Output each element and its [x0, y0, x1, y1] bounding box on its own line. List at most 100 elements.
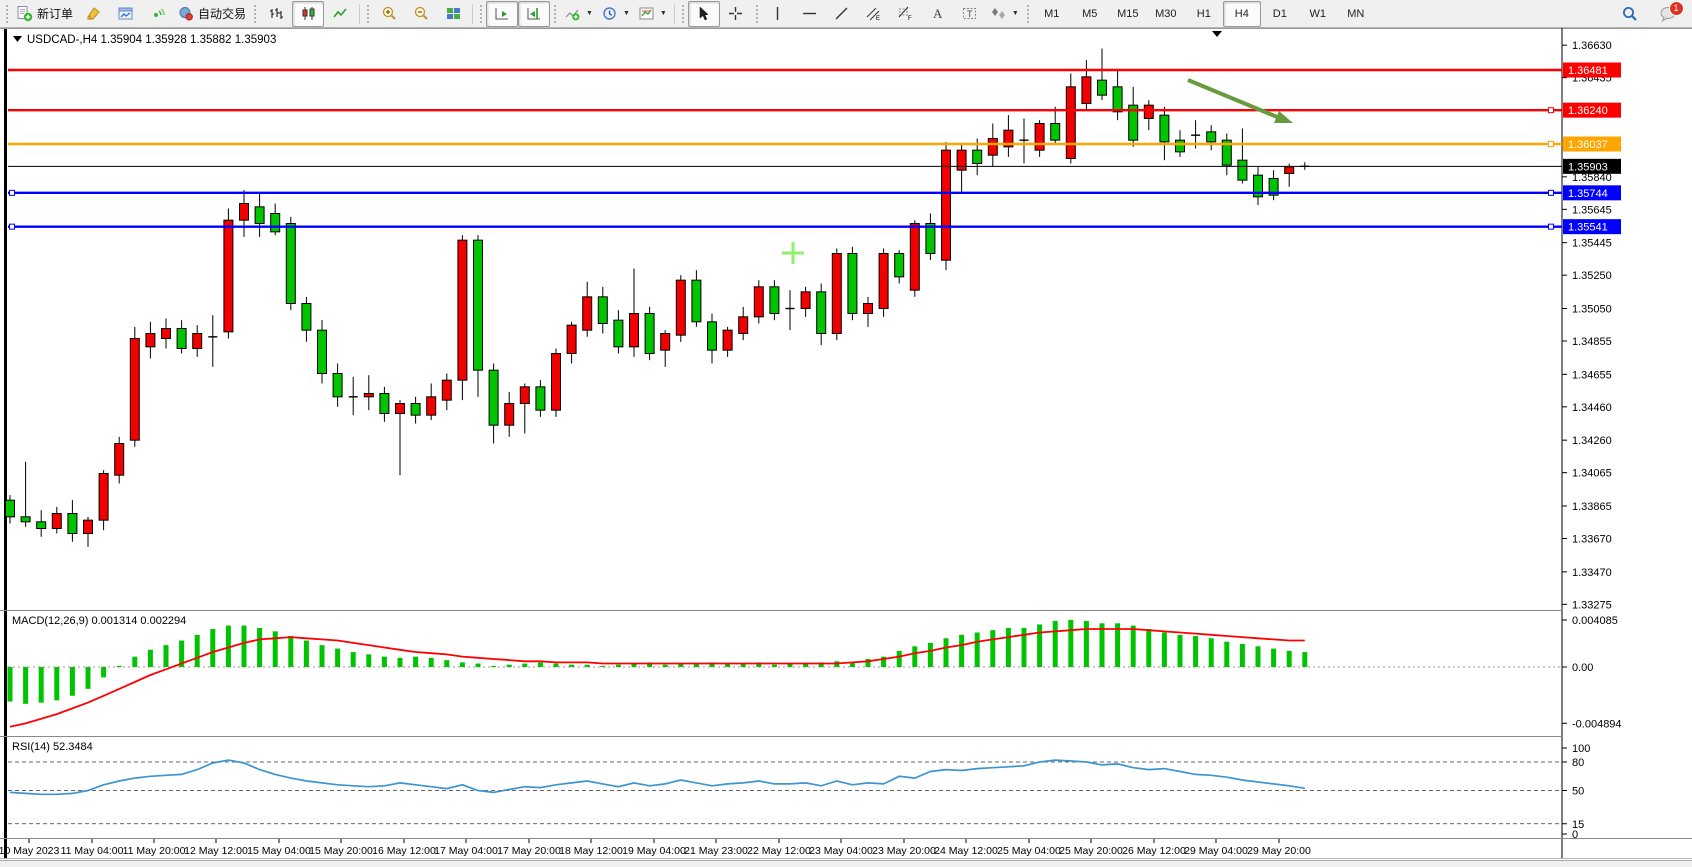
time-tick-label: 25 May 20:00	[1059, 845, 1123, 857]
text-label-button[interactable]: T	[954, 1, 986, 27]
time-tick-label: 24 May 12:00	[934, 845, 998, 857]
chevron-down-icon[interactable]: ▼	[660, 10, 667, 17]
price-tick-label: 1.35445	[1572, 238, 1612, 250]
notifications-button[interactable]: 1	[1652, 1, 1684, 27]
chevron-down-icon[interactable]: ▼	[586, 10, 593, 17]
candle-body	[318, 330, 327, 373]
macd-histogram-bar	[132, 657, 137, 667]
toolbar-drag-handle	[682, 5, 684, 23]
macd-histogram-bar	[366, 654, 371, 667]
templates-button[interactable]: ▼	[634, 1, 671, 27]
periods-button[interactable]: ▼	[597, 1, 634, 27]
chevron-down-icon[interactable]: ▼	[1012, 10, 1019, 17]
candle-body	[99, 474, 108, 521]
candle-body	[1176, 140, 1185, 152]
chevron-down-icon[interactable]: ▼	[623, 10, 630, 17]
horizontal-line-button[interactable]	[794, 1, 826, 27]
new-order-button[interactable]: 新订单	[12, 1, 77, 27]
time-tick-label: 10 May 2023	[0, 845, 60, 857]
candle-body	[364, 394, 373, 397]
price-tick-label: 1.34655	[1572, 369, 1612, 381]
indicators-button[interactable]: ▼	[560, 1, 597, 27]
autotrading-icon	[177, 5, 194, 22]
line-drag-handle[interactable]	[1549, 108, 1554, 113]
rsi-axis-label: 50	[1572, 786, 1584, 798]
chart-area[interactable]: 1.366301.364351.358401.356451.354451.352…	[0, 28, 1692, 860]
line-drag-handle[interactable]	[10, 224, 15, 229]
macd-histogram-bar	[1146, 629, 1151, 667]
rsi-axis-label: 0	[1572, 829, 1578, 841]
bar-chart-icon	[268, 5, 285, 22]
auto-scroll-button[interactable]	[486, 1, 518, 27]
zoom-in-icon	[381, 5, 398, 22]
timeframe-M30-button[interactable]: M30	[1147, 1, 1185, 27]
signals-button[interactable]	[141, 1, 173, 27]
timeframe-W1-button[interactable]: W1	[1299, 1, 1337, 27]
timeframe-M5-button[interactable]: M5	[1071, 1, 1109, 27]
candle-body	[505, 404, 514, 426]
styler-button[interactable]	[77, 1, 109, 27]
price-badge-label: 1.36240	[1568, 105, 1608, 117]
candle-body	[146, 334, 155, 347]
price-tick-label: 1.34260	[1572, 435, 1612, 447]
channel-icon: E	[865, 5, 882, 22]
candle-body	[957, 150, 966, 170]
timeframe-H1-button[interactable]: H1	[1185, 1, 1223, 27]
vertical-line-button[interactable]	[762, 1, 794, 27]
macd-histogram-bar	[1256, 646, 1261, 667]
macd-histogram-bar	[1224, 642, 1229, 667]
text-button[interactable]: A	[922, 1, 954, 27]
macd-histogram-bar	[54, 667, 59, 700]
macd-histogram-bar	[928, 643, 933, 667]
market-depth-button[interactable]	[109, 1, 141, 27]
price-badge-label: 1.36481	[1568, 65, 1608, 77]
macd-histogram-bar	[616, 665, 621, 667]
fibonacci-button[interactable]: F	[890, 1, 922, 27]
arrows-button[interactable]: ▼	[986, 1, 1023, 27]
line-chart-button[interactable]	[324, 1, 356, 27]
timeframe-MN-button[interactable]: MN	[1337, 1, 1375, 27]
chart-shift-button[interactable]	[518, 1, 550, 27]
tile-windows-button[interactable]	[437, 1, 469, 27]
candle-body	[1238, 160, 1247, 180]
cursor-button[interactable]	[688, 1, 720, 27]
macd-histogram-bar	[912, 646, 917, 667]
main-toolbar: 新订单 自动交易 ▼ ▼ ▼ EFAT ▼ M1M5M15M30H1H4D1W1MN 1	[0, 0, 1692, 28]
search-button[interactable]	[1614, 1, 1646, 27]
candle-body	[442, 380, 451, 400]
macd-histogram-bar	[507, 665, 512, 667]
timeframe-H4-button[interactable]: H4	[1223, 1, 1261, 27]
timeframe-M15-button[interactable]: M15	[1109, 1, 1147, 27]
macd-histogram-bar	[1287, 651, 1292, 667]
macd-histogram-bar	[1162, 633, 1167, 668]
chart-background	[0, 28, 1692, 860]
price-badge-label: 1.35541	[1568, 222, 1608, 234]
macd-histogram-bar	[476, 664, 481, 667]
equidistant-channel-button[interactable]: E	[858, 1, 890, 27]
line-drag-handle[interactable]	[1549, 142, 1554, 147]
timeframe-M1-button[interactable]: M1	[1033, 1, 1071, 27]
line-drag-handle[interactable]	[1549, 190, 1554, 195]
autotrading-button[interactable]: 自动交易	[173, 1, 250, 27]
macd-histogram-bar	[148, 650, 153, 667]
bar-chart-button[interactable]	[260, 1, 292, 27]
zoom-out-button[interactable]	[405, 1, 437, 27]
zoom-in-button[interactable]	[373, 1, 405, 27]
candle-body	[1098, 80, 1107, 95]
candle-body	[1051, 124, 1060, 141]
vertical-line-icon	[769, 5, 786, 22]
candle-body	[271, 214, 280, 232]
line-drag-handle[interactable]	[10, 190, 15, 195]
candle-body	[224, 220, 233, 332]
trendline-button[interactable]	[826, 1, 858, 27]
candle-body	[427, 397, 436, 415]
line-drag-handle[interactable]	[1549, 224, 1554, 229]
macd-histogram-bar	[398, 658, 403, 667]
candle-body	[1160, 115, 1169, 142]
candlestick-chart-button[interactable]	[292, 1, 324, 27]
template-icon	[638, 5, 655, 22]
crosshair-button[interactable]	[720, 1, 752, 27]
macd-axis-label: 0.004085	[1572, 615, 1618, 627]
candle-body	[240, 204, 249, 221]
timeframe-D1-button[interactable]: D1	[1261, 1, 1299, 27]
